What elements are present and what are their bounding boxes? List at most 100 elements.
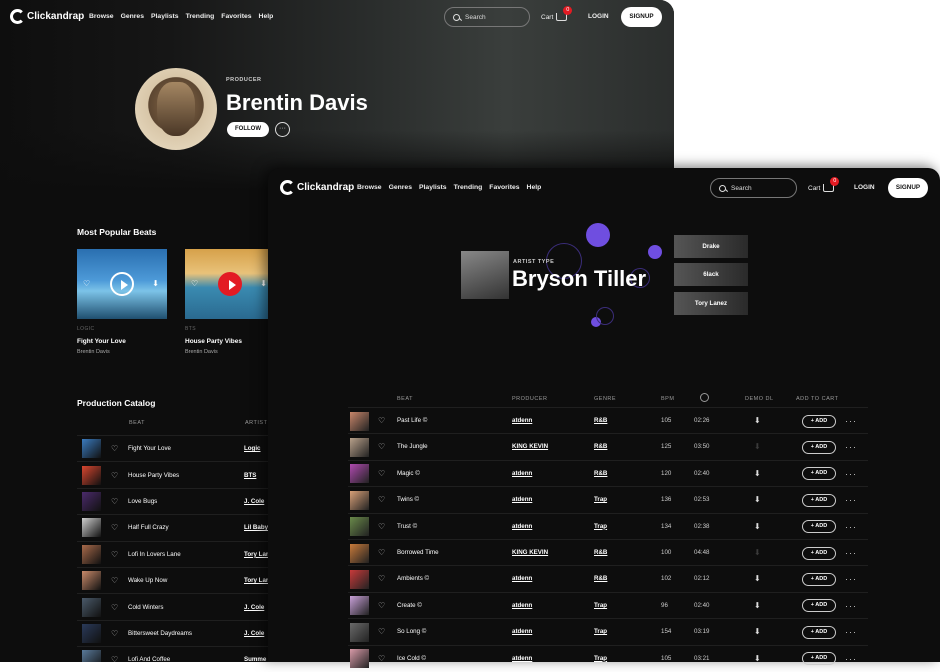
table-row[interactable]: ♡ Half Full Crazy Lil Baby (77, 514, 277, 540)
nav-favorites[interactable]: Favorites (221, 13, 251, 20)
genre-link[interactable]: R&B (594, 461, 607, 487)
nav-browse[interactable]: Browse (89, 13, 114, 20)
beat-title[interactable]: Ambients © (397, 566, 429, 592)
genre-link[interactable]: Trap (594, 646, 607, 672)
beat-title[interactable]: Half Full Crazy (128, 524, 244, 531)
cart-button[interactable]: Cart 0 (541, 6, 573, 21)
beat-title[interactable]: Fight Your Love (128, 445, 244, 452)
heart-icon[interactable]: ♡ (378, 461, 385, 487)
add-to-cart-button[interactable]: + ADD (802, 520, 836, 534)
table-row[interactable]: ♡ Ambients © atdenn R&B 102 02:12 ⬇ + ADD ··· (348, 565, 868, 591)
nav-genres[interactable]: Genres (121, 13, 144, 20)
heart-icon[interactable]: ♡ (378, 434, 385, 460)
beat-title[interactable]: Trust © (397, 514, 417, 540)
signup-button[interactable]: SIGNUP (621, 7, 662, 27)
more-options-icon[interactable]: ··· (845, 540, 857, 566)
heart-icon[interactable]: ♡ (378, 619, 385, 645)
add-to-cart-button[interactable]: + ADD (802, 599, 836, 613)
artist-link[interactable]: Summe (244, 656, 266, 662)
artist-link[interactable]: J. Cole (244, 498, 264, 505)
heart-icon[interactable]: ♡ (111, 523, 121, 532)
login-button[interactable]: LOGIN (854, 184, 875, 191)
download-icon[interactable]: ⬇ (754, 514, 761, 540)
download-icon[interactable]: ⬇ (754, 461, 761, 487)
more-options-icon[interactable]: ··· (845, 646, 857, 672)
heart-icon[interactable]: ♡ (111, 471, 121, 480)
nav-trending[interactable]: Trending (454, 184, 483, 191)
artist-link[interactable]: Lil Baby (244, 524, 268, 531)
beat-title[interactable]: Borrowed Time (397, 540, 439, 566)
nav-favorites[interactable]: Favorites (489, 184, 519, 191)
table-row[interactable]: ♡ Twins © atdenn Trap 136 02:53 ⬇ + ADD ··· (348, 486, 868, 512)
download-icon[interactable]: ⬇ (754, 487, 761, 513)
artist-link[interactable]: J. Cole (244, 630, 264, 637)
add-to-cart-button[interactable]: + ADD (802, 493, 836, 507)
heart-icon[interactable]: ♡ (378, 514, 385, 540)
heart-icon[interactable]: ♡ (111, 550, 121, 559)
artist-link[interactable]: BTS (244, 472, 256, 479)
play-button-icon[interactable] (218, 272, 242, 296)
table-row[interactable]: ♡ Ice Cold © atdenn Trap 105 03:21 ⬇ + ADD ··· (348, 644, 868, 672)
beat-title[interactable]: Lofi And Coffee (128, 656, 244, 662)
heart-icon[interactable]: ♡ (111, 576, 121, 585)
table-row[interactable]: ♡ The Jungle KING KEVIN R&B 125 03:50 ⬇ + ADD ··… (348, 433, 868, 459)
add-to-cart-button[interactable]: + ADD (802, 440, 836, 454)
genre-link[interactable]: Trap (594, 593, 607, 619)
related-artist[interactable]: Drake (674, 235, 748, 258)
nav-playlists[interactable]: Playlists (151, 13, 179, 20)
play-button-icon[interactable] (110, 272, 134, 296)
heart-icon[interactable]: ♡ (111, 629, 121, 638)
producer-link[interactable]: atdenn (512, 408, 532, 434)
table-row[interactable]: ♡ So Long © atdenn Trap 154 03:19 ⬇ + ADD ··· (348, 618, 868, 644)
beat-title[interactable]: The Jungle (397, 434, 428, 460)
producer-link[interactable]: atdenn (512, 593, 532, 619)
more-options-icon[interactable]: ··· (845, 487, 857, 513)
genre-link[interactable]: R&B (594, 434, 607, 460)
heart-icon[interactable]: ♡ (111, 603, 121, 612)
nav-trending[interactable]: Trending (186, 13, 215, 20)
download-icon[interactable]: ⬇ (754, 566, 761, 592)
login-button[interactable]: LOGIN (588, 13, 609, 20)
table-row[interactable]: ♡ Love Bugs J. Cole (77, 487, 277, 514)
table-row[interactable]: ♡ House Party Vibes BTS (77, 461, 277, 487)
heart-icon[interactable]: ♡ (111, 655, 121, 662)
genre-link[interactable]: R&B (594, 566, 607, 592)
logo[interactable]: Clickandrap (10, 9, 84, 24)
download-icon[interactable]: ⬇ (754, 408, 761, 434)
table-row[interactable]: ♡ Trust © atdenn Trap 134 02:38 ⬇ + ADD ··· (348, 512, 868, 540)
producer-link[interactable]: atdenn (512, 566, 532, 592)
more-options-icon[interactable]: ··· (845, 408, 857, 434)
beat-title[interactable]: Ice Cold © (397, 646, 426, 672)
table-row[interactable]: ♡ Past Life © atdenn R&B 105 02:26 ⬇ + ADD ··· (348, 407, 868, 433)
genre-link[interactable]: Trap (594, 487, 607, 513)
download-icon[interactable]: ⬇ (754, 593, 761, 619)
producer-link[interactable]: KING KEVIN (512, 540, 548, 566)
beat-title[interactable]: Lofi In Lovers Lane (128, 551, 244, 558)
heart-icon[interactable]: ♡ (378, 487, 385, 513)
heart-icon[interactable]: ♡ (111, 444, 121, 453)
genre-link[interactable]: Trap (594, 514, 607, 540)
artist-link[interactable]: Tory Lan (244, 577, 270, 584)
heart-icon[interactable]: ♡ (378, 566, 385, 592)
genre-link[interactable]: Trap (594, 619, 607, 645)
table-row[interactable]: ♡ Fight Your Love Logic (77, 435, 277, 461)
producer-link[interactable]: atdenn (512, 487, 532, 513)
add-to-cart-button[interactable]: + ADD (802, 572, 836, 586)
search-input[interactable]: Search (710, 178, 797, 198)
artist-link[interactable]: Tory Lan (244, 551, 270, 558)
add-to-cart-button[interactable]: + ADD (802, 652, 836, 666)
download-icon[interactable]: ⬇ (754, 619, 761, 645)
more-options-icon[interactable]: ··· (845, 461, 857, 487)
producer-link[interactable]: atdenn (512, 646, 532, 672)
producer-link[interactable]: atdenn (512, 514, 532, 540)
more-options-button[interactable]: ··· (275, 122, 290, 137)
table-row[interactable]: ♡ Wake Up Now Tory Lan (77, 567, 277, 593)
more-options-icon[interactable]: ··· (845, 566, 857, 592)
add-to-cart-button[interactable]: + ADD (802, 625, 836, 639)
beat-title[interactable]: Past Life © (397, 408, 427, 434)
beat-title[interactable]: Create © (397, 593, 422, 619)
add-to-cart-button[interactable]: + ADD (802, 414, 836, 428)
signup-button[interactable]: SIGNUP (888, 178, 928, 198)
genre-link[interactable]: R&B (594, 540, 607, 566)
nav-genres[interactable]: Genres (389, 184, 412, 191)
